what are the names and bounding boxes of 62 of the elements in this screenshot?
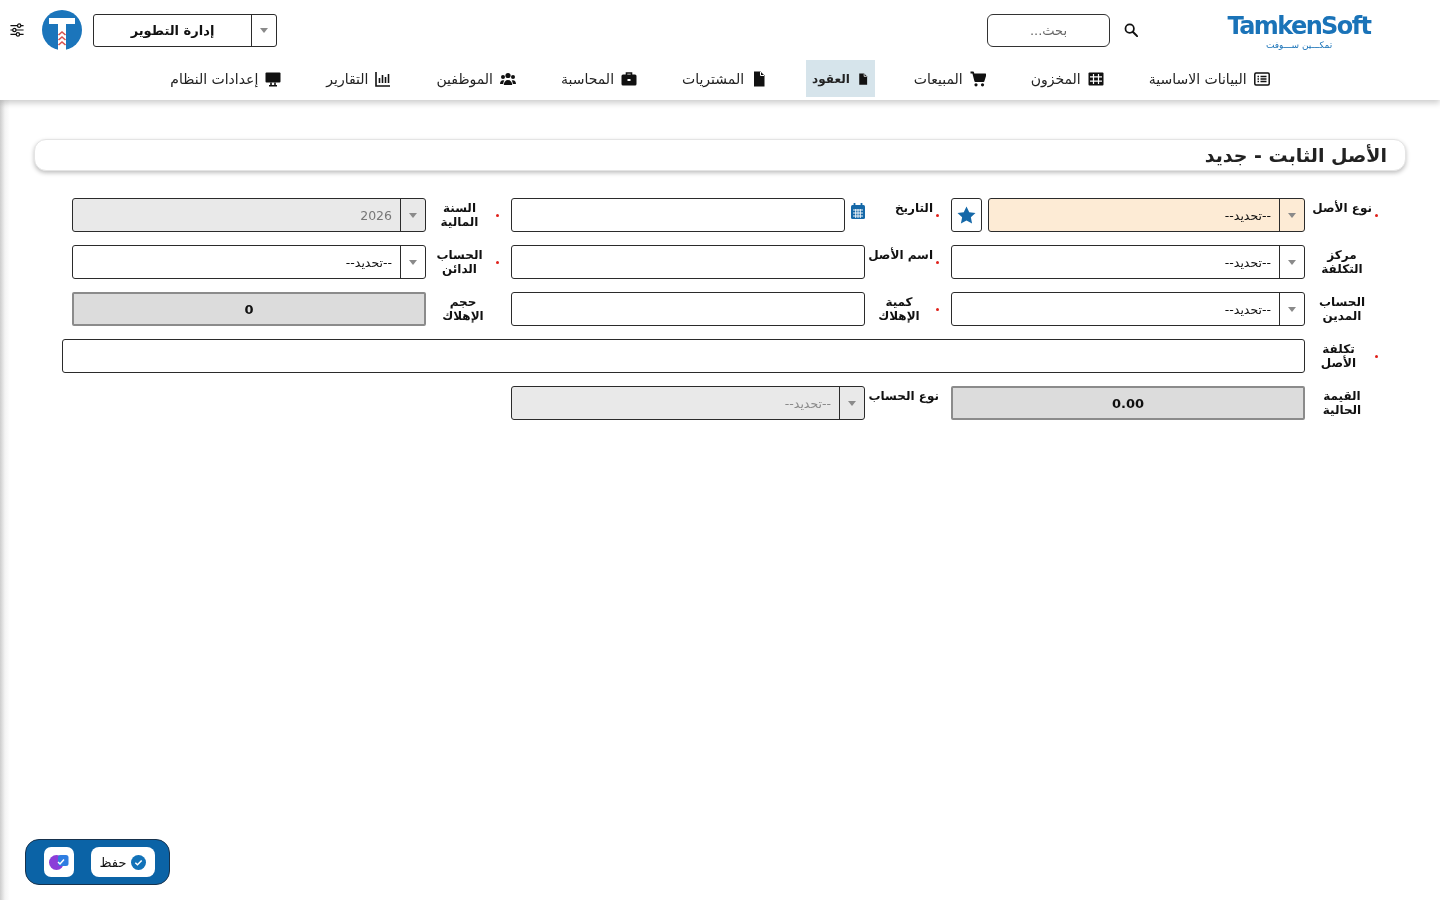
app-button[interactable] [44, 847, 74, 877]
nav-item[interactable]: المحاسبة [555, 60, 644, 97]
briefcase-icon [621, 70, 638, 87]
caret-icon [409, 259, 417, 265]
nav-item[interactable]: الموظفين [430, 60, 522, 97]
field-label: مركز التكلفة [1320, 247, 1364, 276]
department-select[interactable]: إدارة التطوير [93, 13, 277, 47]
bar-chart-icon [375, 70, 392, 87]
field-label: تكلفة الأصل [1319, 341, 1358, 370]
select-field[interactable]: --تحديد-- [988, 198, 1305, 232]
app-icon [49, 854, 69, 870]
field-label: السنة المالية [439, 200, 480, 229]
search-field[interactable]: بحث... [987, 13, 1110, 47]
field-label: القيمة الحالية [1321, 388, 1363, 417]
logo-icon[interactable] [42, 10, 82, 50]
caret-icon [848, 400, 856, 406]
file-icon [751, 70, 768, 87]
brand-logo-text: TamkenSoft [1227, 13, 1371, 39]
select-field[interactable]: --تحديد-- [951, 292, 1305, 326]
table-icon [1087, 70, 1104, 87]
text-field[interactable] [62, 339, 1305, 373]
nav-item[interactable]: إعدادات النظام [164, 60, 288, 97]
list-icon [1253, 70, 1270, 87]
page-title: الأصل الثابت - جديد [1204, 143, 1387, 168]
users-icon [500, 70, 516, 87]
settings-icon[interactable] [10, 23, 24, 37]
star-icon [957, 206, 976, 224]
caret-icon [1288, 259, 1296, 265]
date-field[interactable] [511, 198, 845, 232]
field-label: نوع الأصل [1312, 199, 1372, 215]
save-button[interactable]: حفظ [91, 847, 155, 877]
brand-tagline: تمكـــين ســـوفت [1265, 39, 1333, 51]
field-label: حجم الإهلاك [441, 294, 485, 323]
text-field[interactable] [511, 245, 865, 279]
cart-icon [969, 70, 986, 87]
nav-item[interactable]: البيانات الاساسية [1142, 60, 1276, 97]
caret-icon [1288, 306, 1296, 312]
favorite-button[interactable] [951, 198, 982, 232]
nav-item[interactable]: المخزون [1024, 60, 1110, 97]
caret-icon [1288, 212, 1296, 218]
field-label: الحساب المدين [1317, 294, 1366, 323]
file-icon [856, 72, 869, 85]
field-label: اسم الأصل [868, 246, 933, 262]
field-label: الحساب الدائن [435, 247, 484, 276]
caret-icon [409, 212, 417, 218]
readonly-field: 0 [72, 292, 426, 326]
readonly-field: 0.00 [951, 386, 1305, 420]
select-field[interactable]: --تحديد-- [951, 245, 1305, 279]
check-circle-icon [131, 854, 147, 870]
monitor-icon [265, 70, 282, 87]
select-field[interactable]: --تحديد-- [72, 245, 426, 279]
field-label: نوع الحساب [868, 388, 939, 403]
field-label: التاريخ [894, 200, 933, 215]
nav-item[interactable]: المشتريات [676, 60, 774, 97]
caret-icon [260, 27, 268, 33]
nav-item[interactable]: العقود [806, 60, 875, 97]
field-label: كمية الإهلاك [877, 294, 921, 323]
nav-item[interactable]: التقارير [320, 60, 398, 97]
search-icon[interactable] [1124, 23, 1138, 37]
calendar-icon[interactable] [851, 203, 865, 219]
text-field[interactable] [511, 292, 865, 326]
nav-item[interactable]: المبيعات [907, 60, 992, 97]
